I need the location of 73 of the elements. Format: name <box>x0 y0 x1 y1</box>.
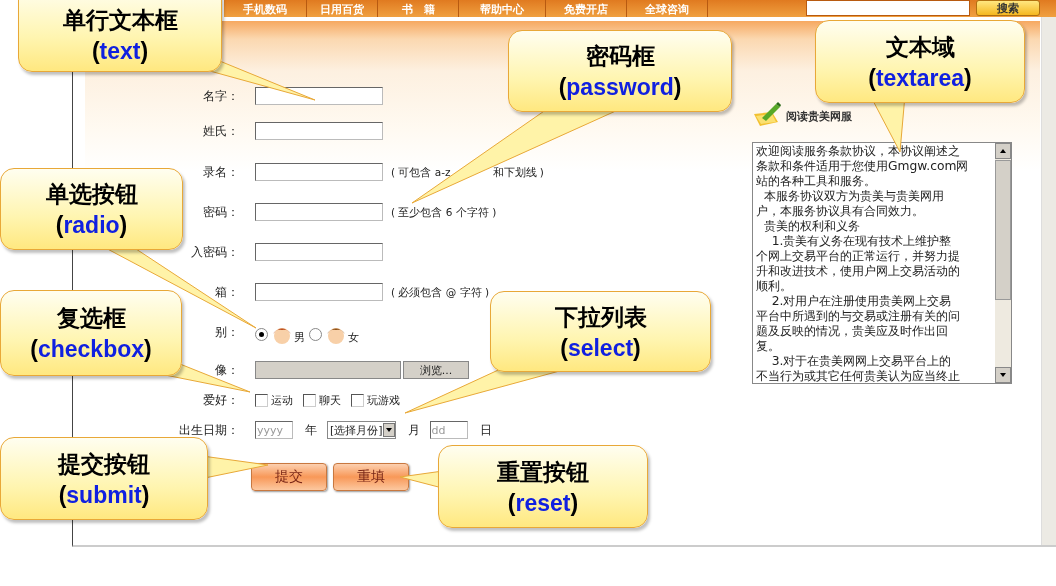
year-field[interactable]: yyyy <box>255 421 293 439</box>
callout-tag: (submit) <box>58 481 150 509</box>
text-field[interactable] <box>255 283 383 301</box>
callout-title: 重置按钮 <box>497 457 589 487</box>
option-label: 女 <box>348 329 359 345</box>
callout-title: 单行文本框 <box>62 6 178 35</box>
submit-button[interactable]: 提交 <box>251 463 327 491</box>
callout-title: 密码框 <box>585 42 655 71</box>
hint-text: ( 至少包含 6 个字符 ) <box>391 205 497 220</box>
day-field[interactable]: dd <box>429 421 468 439</box>
checkbox[interactable] <box>351 393 364 407</box>
file-path-field[interactable] <box>255 361 401 379</box>
nav-link[interactable]: 书 籍 <box>378 0 459 17</box>
callout-tag: (text) <box>91 38 149 65</box>
scrollbar[interactable] <box>1041 17 1056 545</box>
nav-link[interactable]: 帮助中心 <box>459 0 546 17</box>
field-label: 像： <box>214 362 239 379</box>
callout-title: 提交按钮 <box>58 449 150 479</box>
unit-label: 月 <box>407 422 420 438</box>
option-label: 聊天 <box>319 392 341 408</box>
hint-text: ( 必须包含 @ 字符 ) <box>391 285 490 300</box>
callout-tag: (password) <box>558 74 682 101</box>
nav-link[interactable]: 全球咨询 <box>627 0 708 17</box>
callout-tag: (select) <box>560 334 641 362</box>
hint-text: 和下划线 ) <box>492 165 544 180</box>
scrollbar-thumb[interactable] <box>995 160 1011 300</box>
nav-link[interactable]: 日用百货 <box>307 0 378 17</box>
callout-tag: (textarea) <box>868 64 972 92</box>
scroll-down-icon <box>995 367 1011 383</box>
field-label: 姓氏： <box>202 123 239 140</box>
unit-label: 年 <box>305 422 317 438</box>
field-label: 入密码： <box>190 244 239 261</box>
hint-text: ( 可包含 a-z <box>391 165 451 180</box>
text-area[interactable] <box>752 142 1012 384</box>
field-label: 出生日期： <box>178 422 239 439</box>
section-title: 阅读贵美网服 <box>786 110 852 124</box>
field-label: 名字： <box>202 88 239 105</box>
field-label: 密码： <box>202 204 239 221</box>
callout-tag: (checkbox) <box>30 336 152 363</box>
checkbox[interactable] <box>255 393 268 407</box>
nav-link[interactable]: 免费开店 <box>546 0 627 17</box>
checkbox[interactable] <box>303 393 316 407</box>
radio-button[interactable] <box>309 327 322 341</box>
option-label: 玩游戏 <box>367 392 400 408</box>
reset-button[interactable]: 重填 <box>333 463 409 491</box>
field-label: 爱好： <box>202 392 239 409</box>
browse-button[interactable]: 浏览... <box>403 361 469 379</box>
callout-tag: (reset) <box>507 489 579 517</box>
field-label: 别： <box>214 324 239 341</box>
search-field[interactable] <box>806 0 970 16</box>
callout-title: 文本域 <box>885 32 955 62</box>
nav-link[interactable]: 手机数码 <box>224 0 307 17</box>
callout-title: 单选按钮 <box>45 180 138 209</box>
text-field[interactable] <box>255 122 383 140</box>
pencil-folder-icon <box>752 100 782 128</box>
month-select[interactable]: [选择月份] <box>327 421 396 439</box>
callout-title: 下拉列表 <box>554 302 647 332</box>
agreement-text: 欢迎阅读服务条款协议，本协议阐述之 条款和条件适用于您使用Gmgw.com网 站的各种工具和服务。 本服务协议双方为贵美与贵美网用 户，本服务协议具有合同效力。 贵美的权利和义务 1.贵美有义务在现有技术上维护整 个网上交易平台的正常运行，并努力提 升和改进技术，使用户网上交易活动的 顺利。 2.对用户在注册使用贵美网上交易 平台中所遇到的与交易或注册有关的问 题及反映的情况，贵美应及时作出回 复。 3.对于在贵美网网上交易平台上的 不当行为或其它任何贵美认为应当终止 <box>755 143 970 383</box>
callout-title: 复选框 <box>56 304 126 333</box>
text-field[interactable] <box>255 163 383 181</box>
unit-label: 日 <box>479 422 492 438</box>
field-label: 箱： <box>214 284 239 301</box>
text-field[interactable] <box>255 87 383 105</box>
option-label: 运动 <box>271 392 293 408</box>
callout-tag: (radio) <box>55 212 128 239</box>
radio-button[interactable] <box>255 327 268 341</box>
field-label: 录名： <box>202 164 239 181</box>
search-button[interactable]: 搜索 <box>976 0 1040 16</box>
scroll-up-icon <box>995 143 1011 159</box>
password-field[interactable] <box>255 243 383 261</box>
option-label: 男 <box>294 329 305 345</box>
password-field[interactable] <box>255 203 383 221</box>
scrollbar[interactable] <box>995 143 1011 383</box>
